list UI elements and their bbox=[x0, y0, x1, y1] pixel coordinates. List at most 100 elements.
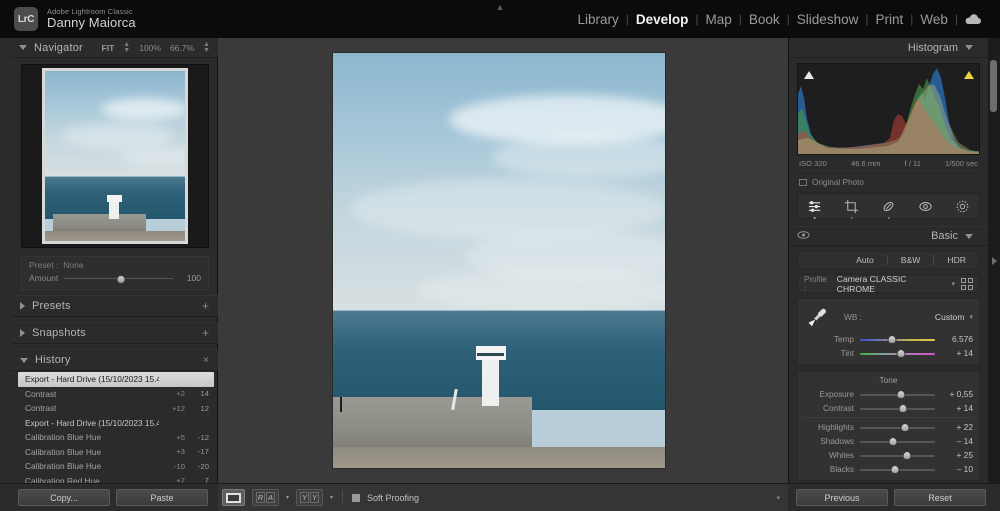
chevron-down-icon[interactable] bbox=[20, 358, 28, 363]
history-row-value: -17 bbox=[185, 447, 209, 456]
module-book[interactable]: Book bbox=[742, 12, 787, 27]
chevron-down-icon[interactable] bbox=[19, 45, 27, 50]
shadow-clipping-triangle-icon[interactable] bbox=[802, 68, 815, 81]
crop-icon[interactable] bbox=[844, 198, 860, 214]
snapshots-panel-header[interactable]: Snapshots + bbox=[12, 322, 218, 344]
chevron-right-icon[interactable] bbox=[20, 329, 25, 337]
history-row[interactable]: Export - Hard Drive (15/10/2023 15.48.27… bbox=[18, 416, 214, 431]
zoom-fit[interactable]: FIT bbox=[102, 43, 115, 53]
whites-slider-row: Whites + 25 bbox=[804, 450, 973, 460]
history-row-delta: +3 bbox=[159, 447, 185, 456]
add-preset-icon[interactable]: + bbox=[202, 300, 209, 312]
histogram-graph[interactable] bbox=[797, 63, 980, 155]
chevron-down-icon[interactable]: ▾ bbox=[969, 313, 973, 321]
module-slideshow[interactable]: Slideshow bbox=[790, 12, 866, 27]
module-print[interactable]: Print bbox=[868, 12, 910, 27]
before-cell-label: R bbox=[256, 492, 265, 503]
history-row-name: Contrast bbox=[25, 389, 159, 399]
history-panel-header[interactable]: History × bbox=[12, 349, 218, 371]
zoom-level-stepper-icon[interactable]: ▲▼ bbox=[203, 42, 210, 53]
history-row-name: Contrast bbox=[25, 403, 159, 413]
single-view-icon[interactable] bbox=[222, 489, 245, 506]
cloud-sync-icon[interactable] bbox=[958, 13, 990, 25]
whites-slider[interactable] bbox=[860, 451, 935, 460]
temp-value: 6.576 bbox=[941, 334, 973, 344]
histogram-panel-header[interactable]: Histogram bbox=[789, 38, 988, 58]
chevron-right-icon[interactable] bbox=[992, 257, 997, 265]
original-photo-toggle[interactable]: Original Photo bbox=[799, 173, 978, 187]
bw-button[interactable]: B&W bbox=[888, 255, 934, 265]
soft-proofing-checkbox-icon[interactable] bbox=[352, 494, 360, 502]
main-photo[interactable] bbox=[333, 53, 665, 468]
ya-options-chevron-icon[interactable]: ▾ bbox=[330, 494, 333, 501]
history-row-name: Calibration Blue Hue bbox=[25, 432, 159, 442]
shadows-slider[interactable] bbox=[860, 437, 935, 446]
navigator-panel-header[interactable]: Navigator FIT ▲▼ 100% 66.7% ▲▼ bbox=[12, 38, 218, 58]
masking-icon[interactable] bbox=[955, 198, 971, 214]
copy-paste-bar: Copy... Paste bbox=[0, 483, 218, 511]
reset-button[interactable]: Reset bbox=[894, 489, 986, 506]
history-row[interactable]: Export - Hard Drive (15/10/2023 15.49.40… bbox=[18, 372, 214, 387]
preset-value[interactable]: None bbox=[63, 260, 83, 270]
chevron-right-icon[interactable] bbox=[20, 302, 25, 310]
white-balance-block: WB : Custom ▾ Temp 6.576 Tint + 14 bbox=[797, 298, 980, 365]
chevron-down-icon[interactable] bbox=[965, 234, 973, 239]
history-row[interactable]: Calibration Blue Hue -10 -20 bbox=[18, 459, 214, 474]
temp-slider[interactable] bbox=[860, 335, 935, 344]
red-eye-icon[interactable] bbox=[918, 198, 934, 214]
history-row[interactable]: Contrast +2 14 bbox=[18, 387, 214, 402]
zoom-667[interactable]: 66.7% bbox=[170, 43, 194, 53]
navigator-thumbnail[interactable] bbox=[42, 68, 188, 244]
profile-value[interactable]: Camera CLASSIC CHROME bbox=[837, 274, 946, 294]
ya-cell-right-label: Y bbox=[310, 492, 319, 503]
previous-button[interactable]: Previous bbox=[796, 489, 888, 506]
navigator-title: Navigator bbox=[34, 42, 83, 54]
top-panel-collapse-handle[interactable]: ▲ bbox=[493, 2, 507, 10]
soft-proofing-label[interactable]: Soft Proofing bbox=[367, 493, 419, 503]
toolbar-options-chevron-icon[interactable]: ▾ bbox=[776, 494, 780, 502]
preset-row[interactable]: Preset : None bbox=[29, 260, 201, 270]
add-snapshot-icon[interactable]: + bbox=[202, 327, 209, 339]
profile-label: Profile : bbox=[804, 275, 831, 293]
highlights-slider[interactable] bbox=[860, 423, 935, 432]
auto-button[interactable]: Auto bbox=[843, 255, 887, 265]
contrast-slider[interactable] bbox=[860, 404, 935, 413]
healing-brush-icon[interactable] bbox=[881, 198, 897, 214]
history-row[interactable]: Contrast +12 12 bbox=[18, 401, 214, 416]
wb-value[interactable]: Custom bbox=[935, 312, 965, 322]
blacks-slider[interactable] bbox=[860, 465, 935, 474]
profile-browser-grid-icon[interactable] bbox=[961, 278, 973, 290]
white-balance-eyedropper-icon[interactable] bbox=[804, 304, 830, 330]
tint-slider[interactable] bbox=[860, 349, 935, 358]
image-canvas[interactable] bbox=[218, 38, 788, 483]
module-map[interactable]: Map bbox=[699, 12, 739, 27]
clear-history-icon[interactable]: × bbox=[203, 355, 209, 366]
presets-panel-header[interactable]: Presets + bbox=[12, 295, 218, 317]
amount-slider[interactable] bbox=[64, 274, 173, 282]
original-photo-checkbox-icon[interactable] bbox=[799, 179, 807, 186]
module-develop[interactable]: Develop bbox=[629, 12, 696, 27]
hdr-button[interactable]: HDR bbox=[934, 255, 979, 265]
right-panel-scrollbar[interactable] bbox=[990, 60, 997, 112]
exposure-slider[interactable] bbox=[860, 390, 935, 399]
visibility-eye-icon[interactable] bbox=[797, 227, 810, 245]
paste-button[interactable]: Paste bbox=[116, 489, 208, 506]
before-after-view-button[interactable]: R A bbox=[252, 489, 279, 506]
navigator-preview-area[interactable] bbox=[21, 64, 209, 248]
module-web[interactable]: Web bbox=[913, 12, 955, 27]
zoom-fit-stepper-icon[interactable]: ▲▼ bbox=[123, 42, 130, 53]
module-library[interactable]: Library bbox=[570, 12, 625, 27]
ya-view-button[interactable]: Y Y bbox=[296, 489, 323, 506]
profile-selector[interactable]: Profile : Camera CLASSIC CHROME ▾ bbox=[797, 274, 980, 293]
history-row[interactable]: Calibration Blue Hue +3 -17 bbox=[18, 445, 214, 460]
contrast-value: + 14 bbox=[941, 403, 973, 413]
basic-panel-header[interactable]: Basic bbox=[789, 226, 988, 246]
chevron-down-icon[interactable]: ▾ bbox=[951, 280, 955, 288]
copy-button[interactable]: Copy... bbox=[18, 489, 110, 506]
highlight-clipping-triangle-icon[interactable] bbox=[962, 68, 975, 81]
edit-sliders-icon[interactable] bbox=[807, 198, 823, 214]
before-after-options-chevron-icon[interactable]: ▾ bbox=[286, 494, 289, 501]
chevron-down-icon[interactable] bbox=[965, 45, 973, 50]
history-row[interactable]: Calibration Blue Hue +5 -12 bbox=[18, 430, 214, 445]
zoom-100[interactable]: 100% bbox=[139, 43, 161, 53]
